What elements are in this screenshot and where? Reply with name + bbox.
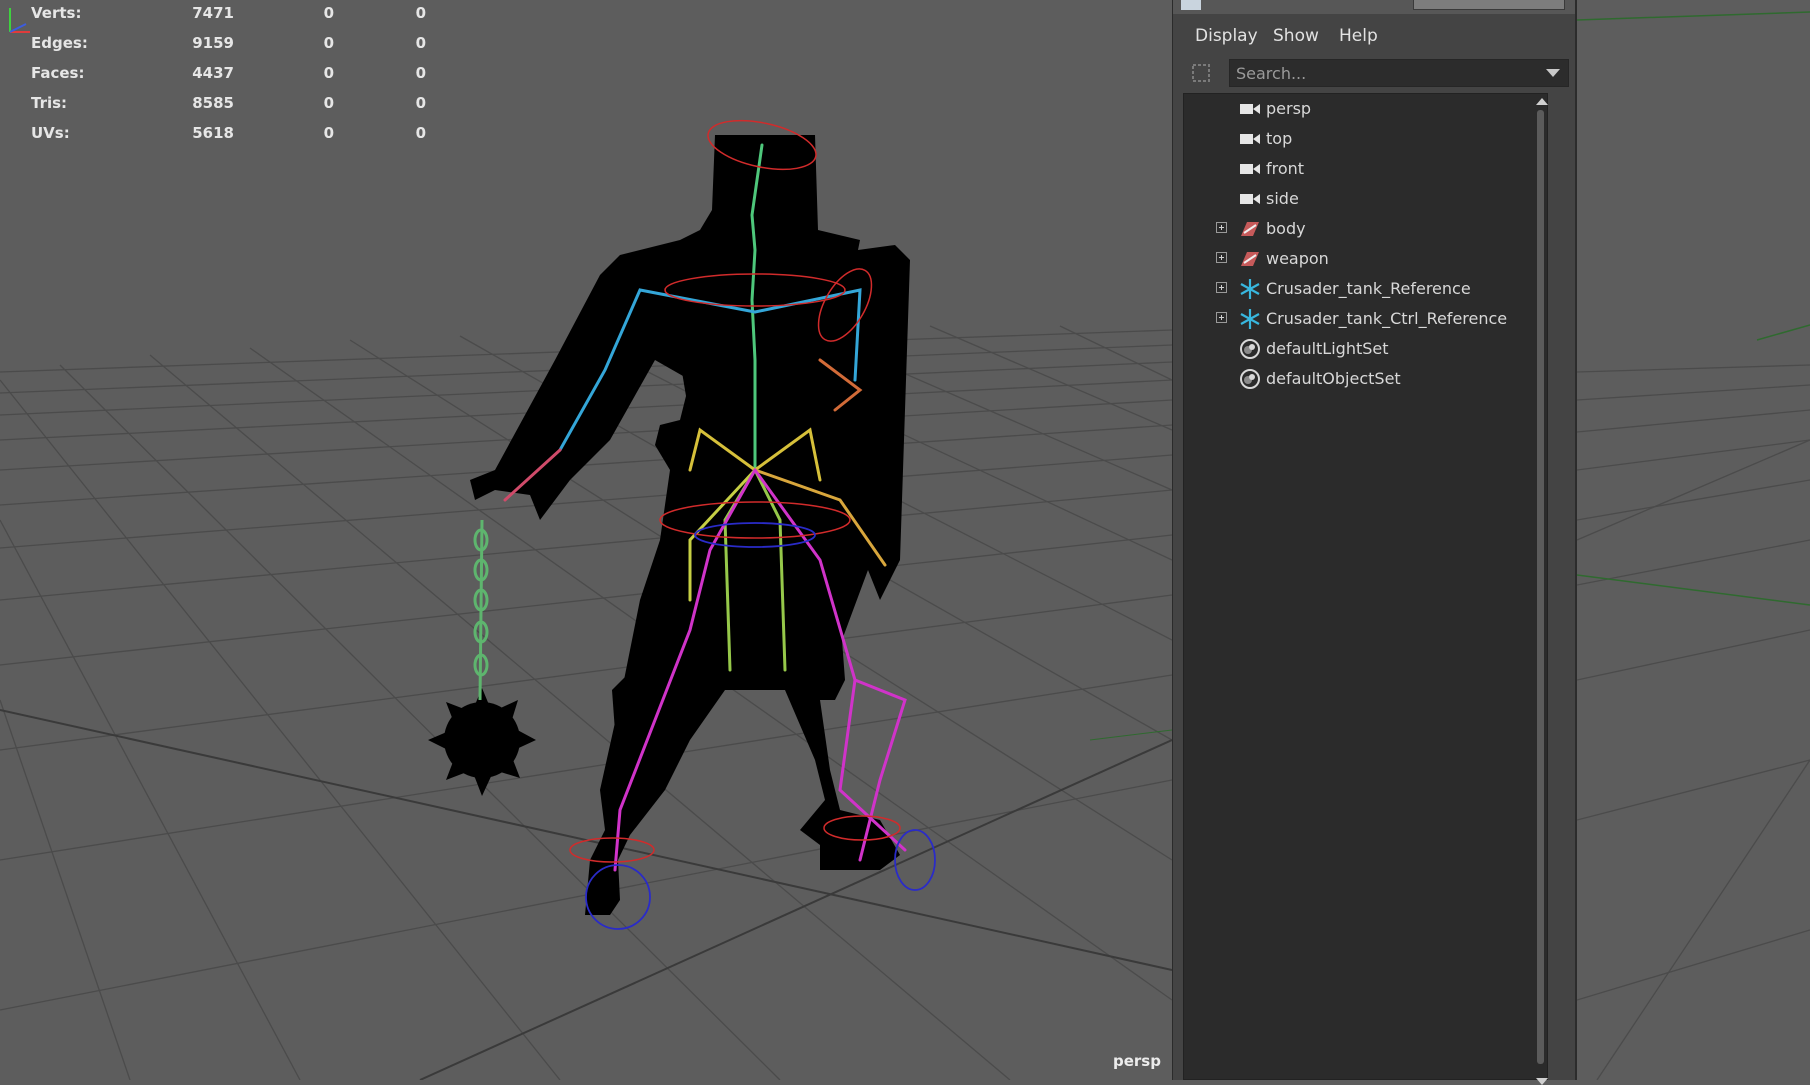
expand-icon[interactable] [1216,252,1227,263]
stats-value: 0 [323,34,334,52]
tree-item-label: body [1266,219,1306,238]
scroll-thumb[interactable] [1537,110,1544,1064]
scroll-down-arrow-icon[interactable] [1536,1078,1548,1085]
stats-value: 4437 [192,64,234,82]
stats-value: 0 [323,94,334,112]
stats-value: 0 [415,34,426,52]
stats-value: 7471 [192,4,234,22]
menu-help[interactable]: Help [1339,26,1378,46]
stats-value: 0 [323,4,334,22]
filter-icon[interactable] [1189,61,1213,85]
stats-value: 5618 [192,124,234,142]
stats-value: 0 [415,94,426,112]
stats-value: 0 [415,64,426,82]
stats-value: 0 [323,124,334,142]
search-input[interactable] [1230,60,1542,86]
tree-item-default-object-set[interactable]: defaultObjectSet [1184,364,1524,394]
tree-item-label: top [1266,129,1293,148]
viewport-scene [0,0,1172,1080]
stats-value: 8585 [192,94,234,112]
camera-icon [1240,164,1260,174]
tree-item-label: Crusader_tank_Reference [1266,279,1471,298]
scroll-up-arrow-icon[interactable] [1536,98,1548,105]
outliner-menubar: Display Show Help [1173,16,1575,52]
reference-icon [1240,279,1260,299]
stats-label: Tris: [31,94,68,112]
menu-show[interactable]: Show [1273,26,1319,46]
stats-value: 9159 [192,34,234,52]
outliner-scrollbar[interactable] [1534,94,1548,1085]
menu-display[interactable]: Display [1195,26,1258,46]
expand-icon[interactable] [1216,222,1227,233]
stats-value: 0 [415,4,426,22]
set-icon [1240,369,1260,389]
tree-item-default-light-set[interactable]: defaultLightSet [1184,334,1524,364]
tree-item-top[interactable]: top [1184,124,1524,154]
camera-icon [1240,104,1260,114]
tree-item-persp[interactable]: persp [1184,94,1524,124]
stats-label: Faces: [31,64,85,82]
mesh-group-icon [1241,222,1259,236]
tree-item-label: Crusader_tank_Ctrl_Reference [1266,309,1508,328]
tree-item-label: defaultLightSet [1266,339,1389,358]
tree-item-label: side [1266,189,1299,208]
tree-item-label: defaultObjectSet [1266,369,1401,388]
camera-icon [1240,194,1260,204]
expand-icon[interactable] [1216,312,1227,323]
tree-item-crusader-reference[interactable]: Crusader_tank_Reference [1184,274,1524,304]
reference-icon [1240,309,1260,329]
stats-value: 0 [415,124,426,142]
window-controls[interactable] [1413,0,1565,10]
tree-item-label: front [1266,159,1305,178]
tree-item-body[interactable]: body [1184,214,1524,244]
mesh-group-icon [1241,252,1259,266]
search-box[interactable] [1229,59,1569,87]
expand-icon[interactable] [1216,282,1227,293]
secondary-viewport[interactable] [1577,0,1810,1080]
chevron-down-icon[interactable] [1546,69,1560,77]
outliner-window: Display Show Help persp top [1172,0,1577,1085]
tree-item-label: persp [1266,99,1312,118]
window-icon [1181,0,1201,10]
tree-item-front[interactable]: front [1184,154,1524,184]
tree-item-label: weapon [1266,249,1329,268]
stats-value: 0 [323,64,334,82]
stats-label: UVs: [31,124,70,142]
outliner-tree: persp top front side body weapon Crusade… [1183,93,1548,1085]
set-icon [1240,339,1260,359]
outliner-search-row [1189,58,1569,88]
outliner-titlebar[interactable] [1173,0,1575,14]
axis-gizmo-icon [9,8,30,33]
camera-icon [1240,134,1260,144]
tree-item-crusader-ctrl-reference[interactable]: Crusader_tank_Ctrl_Reference [1184,304,1524,334]
camera-name-label: persp [1113,1052,1161,1070]
tree-item-weapon[interactable]: weapon [1184,244,1524,274]
tree-item-side[interactable]: side [1184,184,1524,214]
